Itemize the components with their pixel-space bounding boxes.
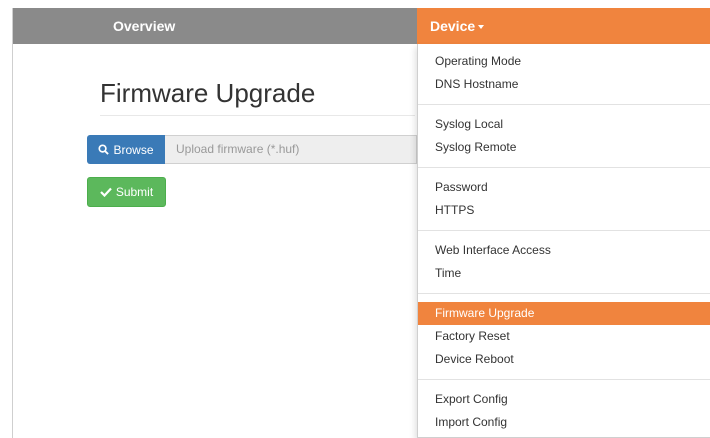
menu-item-export-config[interactable]: Export Config [418,388,710,411]
submit-button[interactable]: Submit [87,177,166,207]
menu-item-import-config[interactable]: Import Config [418,411,710,434]
menu-item-syslog-remote[interactable]: Syslog Remote [418,136,710,159]
menu-divider [418,230,710,231]
menu-item-time[interactable]: Time [418,262,710,285]
device-dropdown-menu: Operating Mode DNS Hostname Syslog Local Sy… [417,44,710,438]
menu-divider [418,293,710,294]
menu-item-factory-reset[interactable]: Factory Reset [418,325,710,348]
menu-item-device-reboot[interactable]: Device Reboot [418,348,710,371]
browse-button[interactable]: Browse [87,135,165,164]
menu-divider [418,167,710,168]
submit-button-label: Submit [115,185,154,199]
menu-item-web-interface-access[interactable]: Web Interface Access [418,239,710,262]
menu-item-dns-hostname[interactable]: DNS Hostname [418,73,710,96]
menu-item-firmware-upgrade[interactable]: Firmware Upgrade [418,302,710,325]
nav-device-label: Device [430,18,476,34]
firmware-upload-input[interactable]: Upload firmware (*.huf) [165,135,417,164]
upload-placeholder: Upload firmware (*.huf) [176,142,300,156]
menu-divider [418,104,710,105]
page-title: Firmware Upgrade [100,78,316,108]
menu-item-https[interactable]: HTTPS [418,199,710,222]
menu-item-syslog-local[interactable]: Syslog Local [418,113,710,136]
menu-divider [418,379,710,380]
browse-button-label: Browse [113,142,154,157]
check-icon [100,187,112,197]
title-divider [100,115,415,116]
nav-overview[interactable]: Overview [113,8,175,44]
top-navbar: Overview Device [13,8,710,44]
menu-item-password[interactable]: Password [418,176,710,199]
caret-down-icon [478,25,485,30]
search-icon [98,144,110,155]
nav-device-dropdown-toggle[interactable]: Device [417,8,710,44]
menu-item-operating-mode[interactable]: Operating Mode [418,50,710,73]
app-window: Overview Device Firmware Upgrade Browse … [12,8,710,438]
